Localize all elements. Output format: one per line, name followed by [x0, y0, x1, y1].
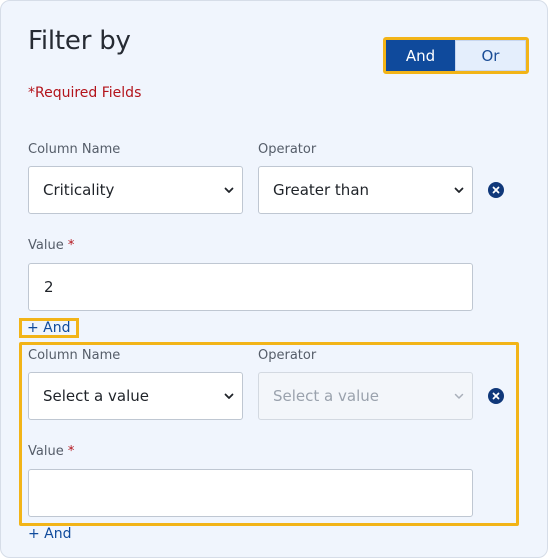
required-fields-note: *Required Fields [28, 85, 142, 101]
column-name-label: Column Name [28, 348, 121, 363]
close-icon [492, 186, 500, 194]
column-name-value: Criticality [43, 181, 115, 199]
remove-filter-button[interactable] [488, 388, 504, 404]
close-icon [492, 392, 500, 400]
required-star: * [67, 444, 75, 459]
panel-title: Filter by [28, 26, 131, 56]
add-and-condition-link[interactable]: + And [19, 318, 79, 338]
chevron-down-icon [224, 187, 234, 193]
operator-select[interactable]: Greater than [258, 166, 473, 214]
value-label: Value * [28, 238, 74, 253]
value-input[interactable] [28, 469, 473, 517]
and-toggle-button[interactable]: And [386, 40, 455, 71]
value-label-text: Value [28, 238, 64, 253]
value-input[interactable]: 2 [28, 263, 473, 311]
column-name-label: Column Name [28, 142, 121, 157]
operator-select[interactable]: Select a value [258, 372, 473, 420]
column-name-placeholder: Select a value [43, 387, 149, 405]
operator-label: Operator [258, 348, 317, 363]
or-toggle-button[interactable]: Or [455, 40, 526, 71]
required-star: * [67, 238, 75, 253]
operator-label: Operator [258, 142, 317, 157]
value-label: Value * [28, 444, 74, 459]
value-label-text: Value [28, 444, 64, 459]
filter-panel: Filter by And Or *Required Fields Column… [0, 0, 548, 558]
operator-value: Greater than [273, 181, 370, 199]
remove-filter-button[interactable] [488, 182, 504, 198]
column-name-select[interactable]: Criticality [28, 166, 243, 214]
column-name-select[interactable]: Select a value [28, 372, 243, 420]
operator-placeholder: Select a value [273, 387, 379, 405]
add-and-condition-link[interactable]: + And [28, 526, 72, 542]
chevron-down-icon [454, 187, 464, 193]
chevron-down-icon [224, 393, 234, 399]
and-or-toggle: And Or [383, 37, 529, 74]
chevron-down-icon [454, 393, 464, 399]
value-input-text: 2 [44, 278, 54, 296]
